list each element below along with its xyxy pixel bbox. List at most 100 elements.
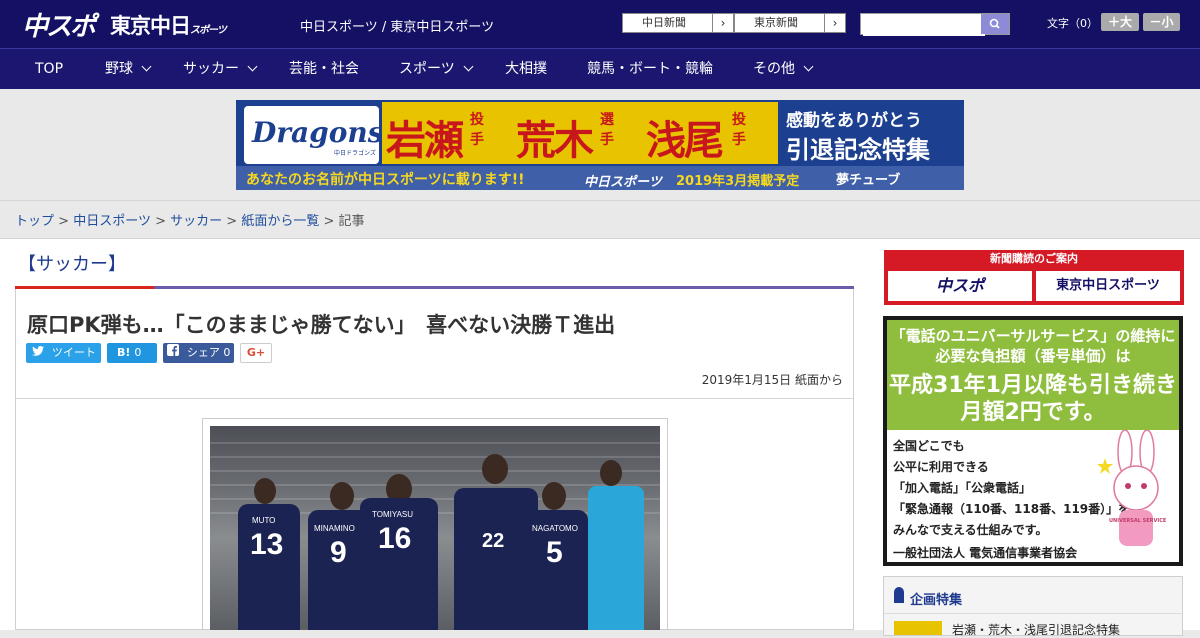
ad-line: 全国どこでも (893, 439, 965, 453)
breadcrumb-list[interactable]: 紙面から一覧 (241, 214, 319, 229)
chunichi-shimbun-link[interactable]: 中日新聞 › (622, 13, 734, 33)
player-number: 13 (250, 528, 284, 561)
search-input[interactable] (863, 16, 985, 36)
ad-body: 全国どこでも 公平に利用できる 「加入電話」「公衆電話」 「緊急通報（110番、… (893, 436, 1130, 541)
ribbon-icon (894, 587, 904, 603)
chunichi-shimbun-label: 中日新聞 (642, 16, 686, 29)
ad-inner: 「電話のユニバーサルサービス」の維持に必要な負担額（番号単価）は 平成31年1月… (887, 320, 1179, 562)
breadcrumb: トップ > 中日スポーツ > サッカー > 紙面から一覧 > 記事 (15, 210, 365, 229)
nav-sumo-label: 大相撲 (505, 61, 547, 77)
tokyo-chunichi-logo[interactable]: 東京中日スポーツ (110, 10, 227, 40)
facebook-share-button[interactable]: シェア 0 (163, 343, 234, 363)
breadcrumb-separator: > (155, 214, 166, 229)
nav-sports[interactable]: スポーツ (399, 49, 474, 90)
chevron-down-icon (247, 61, 258, 72)
breadcrumb-soccer[interactable]: サッカー (170, 214, 222, 229)
chuspo-logo[interactable]: 中スポ (22, 6, 96, 43)
breadcrumb-separator: > (226, 214, 238, 229)
name-araki: 荒木 (516, 118, 594, 164)
hatena-icon: B! (117, 346, 131, 359)
player-tomiyasu: TOMIYASU 16 (360, 498, 438, 630)
nav-racing-label: 競馬・ボート・競輪 (587, 61, 713, 77)
search-box (860, 13, 1010, 36)
banner-thanks: 感動をありがとう (786, 111, 922, 131)
universal-service-ad[interactable]: 「電話のユニバーサルサービス」の維持に必要な負担額（番号単価）は 平成31年1月… (883, 316, 1183, 566)
hatena-button[interactable]: B! 0 (107, 343, 157, 363)
suffix-player: 選手 (600, 112, 614, 148)
suffix-pitcher: 投手 (470, 112, 484, 148)
ad-line: 公平に利用できる (893, 460, 989, 474)
subscription-box[interactable]: 新聞購読のご案内 中スポ 東京中日スポーツ (884, 250, 1184, 305)
player-number: 9 (330, 536, 347, 569)
breadcrumb-current: 記事 (338, 214, 365, 229)
top-header: 中スポ 東京中日スポーツ 中日スポーツ / 東京中日スポーツ 中日新聞 › 東京… (0, 0, 1200, 48)
nav-other[interactable]: その他 (753, 49, 814, 90)
nav-sumo[interactable]: 大相撲 (505, 49, 547, 90)
mascot-label: UNIVERSAL SERVICE (1109, 518, 1167, 524)
ad-sponsor: 一般社団法人 電気通信事業者協会 (893, 546, 1078, 560)
facebook-count: 0 (223, 346, 231, 359)
nav-sports-label: スポーツ (399, 61, 455, 77)
subscription-title: 新聞購読のご案内 (990, 252, 1078, 265)
nav-baseball-label: 野球 (105, 61, 133, 77)
article-date: 2019年1月15日 紙面から (702, 371, 843, 388)
facebook-label: シェア (186, 346, 220, 359)
subscribe-tokyo-chunichi[interactable]: 東京中日スポーツ (1036, 271, 1180, 301)
bunny-mascot-icon (1097, 430, 1159, 546)
ad-line: みんなで支える仕組みです。 (893, 523, 1048, 537)
player-name: NAGATOMO (532, 524, 578, 533)
nav-racing[interactable]: 競馬・ボート・競輪 (587, 49, 713, 90)
player-names: 岩瀬 投手 荒木 選手 浅尾 投手 (382, 102, 778, 164)
feature-item[interactable]: 岩瀬・荒木・浅尾引退記念特集 (894, 621, 1174, 637)
referee (588, 486, 644, 630)
nav-top-label: TOP (35, 61, 64, 77)
player-number: 16 (378, 522, 412, 555)
strip-text: あなたのお名前が中日スポーツに載ります!! (246, 172, 525, 188)
chevron-right-icon: › (712, 14, 733, 32)
feature-box: 企画特集 岩瀬・荒木・浅尾引退記念特集 (883, 576, 1183, 637)
category-heading: 【サッカー】 (18, 254, 126, 275)
suffix-pitcher: 投手 (732, 112, 746, 148)
nav-soccer[interactable]: サッカー (183, 49, 258, 90)
twitter-icon (32, 346, 48, 359)
feature-thumb (894, 621, 942, 635)
divider (16, 398, 853, 399)
nav-top[interactable]: TOP (35, 49, 63, 90)
font-size-label: 文字（0） (1047, 17, 1098, 30)
font-larger-button[interactable]: ＋大 (1101, 13, 1139, 31)
tokyo-shimbun-label: 東京新聞 (754, 16, 798, 29)
breadcrumb-chunichi[interactable]: 中日スポーツ (73, 214, 151, 229)
player-name: MUTO (252, 516, 276, 525)
article-photo[interactable]: MUTO 13 MINAMINO 9 TOMIYASU 16 22 NAGATO… (210, 426, 660, 630)
banner-feature: 引退記念特集 (786, 136, 930, 164)
feature-title: 企画特集 (910, 593, 963, 608)
player-name: MINAMINO (314, 524, 355, 533)
main-nav: TOP 野球 サッカー 芸能・社会 スポーツ 大相撲 競馬・ボート・競輪 その他 (0, 48, 1200, 90)
site-name: 中日スポーツ / 東京中日スポーツ (300, 20, 495, 35)
breadcrumb-separator: > (323, 214, 335, 229)
strip-brand: 夢チューブ (836, 173, 901, 188)
gplus-button[interactable]: G+ (240, 343, 272, 363)
tokyo-logo-text: 東京中日 (110, 14, 191, 38)
breadcrumb-separator: > (58, 214, 70, 229)
subscribe-chuspo[interactable]: 中スポ (888, 271, 1032, 301)
nav-entertainment-label: 芸能・社会 (289, 61, 359, 77)
ad-header: 「電話のユニバーサルサービス」の維持に必要な負担額（番号単価）は 平成31年1月… (887, 320, 1179, 430)
font-smaller-button[interactable]: －小 (1143, 13, 1180, 31)
search-icon (989, 18, 1000, 29)
banner-strip: あなたのお名前が中日スポーツに載ります!! 中日スポーツ 2019年3月掲載予定… (236, 166, 964, 190)
search-button[interactable] (981, 14, 1009, 34)
dragons-retirement-banner[interactable]: Dragons 中日ドラゴンズ 岩瀬 投手 荒木 選手 浅尾 投手 感動をありが… (236, 100, 964, 190)
name-asao: 浅尾 (646, 118, 724, 164)
nav-entertainment[interactable]: 芸能・社会 (289, 49, 359, 90)
breadcrumb-top[interactable]: トップ (15, 214, 54, 229)
nav-baseball[interactable]: 野球 (105, 49, 152, 90)
tweet-button[interactable]: ツイート (26, 343, 101, 363)
tokyo-shimbun-link[interactable]: 東京新聞 › (734, 13, 846, 33)
nav-soccer-label: サッカー (183, 61, 239, 77)
player-number: 22 (482, 530, 505, 552)
divider (884, 613, 1182, 614)
ad-line: 「緊急通報（110番、118番、119番）」を (893, 502, 1131, 516)
source-text: 紙面から (794, 373, 843, 387)
chevron-down-icon (141, 61, 152, 72)
